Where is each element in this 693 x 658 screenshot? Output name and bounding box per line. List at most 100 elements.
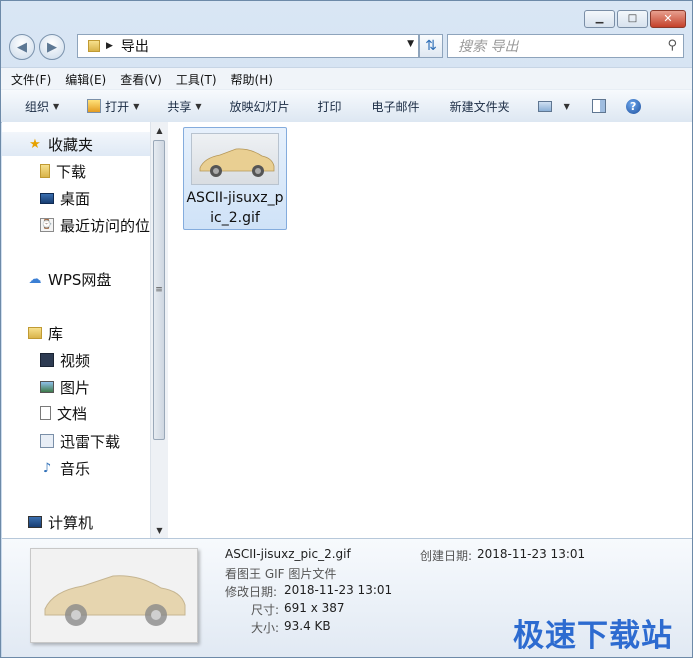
- menu-bar: 文件(F) 编辑(E) 查看(V) 工具(T) 帮助(H): [1, 67, 692, 90]
- details-dimensions-value: 691 x 387: [284, 601, 345, 615]
- preview-pane-button[interactable]: [591, 99, 606, 113]
- chevron-down-icon: ▼: [563, 101, 570, 111]
- details-preview: [30, 548, 198, 643]
- sidebar-item-videos[interactable]: 视频: [40, 348, 90, 372]
- star-icon: ★: [29, 136, 41, 152]
- maximize-button[interactable]: □: [617, 10, 648, 28]
- minimize-icon: ▁: [595, 13, 604, 24]
- breadcrumb-arrow-icon[interactable]: ▶: [106, 41, 113, 51]
- search-input[interactable]: [456, 36, 660, 58]
- sidebar-label: 桌面: [60, 189, 91, 208]
- sidebar-item-computer[interactable]: 计算机: [28, 510, 93, 534]
- new-folder-label: 新建文件夹: [449, 99, 510, 114]
- back-button[interactable]: ◀: [9, 34, 35, 60]
- navigation-scrollbar[interactable]: ▲ ≡ ▼: [150, 122, 168, 538]
- sidebar-label: 文档: [57, 404, 88, 423]
- change-view-button[interactable]: ▼: [537, 100, 570, 112]
- desktop-icon: [40, 192, 54, 204]
- details-created-label: 创建日期:: [420, 549, 473, 563]
- search-box[interactable]: ⚲: [447, 34, 684, 58]
- computer-icon: [28, 516, 42, 528]
- car-preview-image: [31, 549, 197, 642]
- search-icon[interactable]: ⚲: [667, 38, 677, 53]
- sidebar-item-music[interactable]: ♪ 音乐: [40, 456, 90, 480]
- open-app-icon: [87, 99, 102, 113]
- scroll-down-icon[interactable]: ▼: [151, 522, 168, 538]
- sidebar-label: 迅雷下载: [60, 432, 121, 451]
- sidebar-label: 音乐: [60, 459, 91, 478]
- menu-edit[interactable]: 编辑(E): [65, 71, 106, 88]
- folder-icon: [40, 164, 50, 178]
- print-label: 打印: [317, 99, 342, 114]
- details-dimensions-label: 尺寸:: [251, 603, 280, 617]
- sidebar-label: 库: [48, 324, 64, 343]
- print-button[interactable]: 打印: [318, 98, 342, 115]
- navigation-row: ◀ ▶ ▶ 导出 ▼ ⇅ ⚲: [9, 32, 684, 62]
- breadcrumb-current[interactable]: 导出: [121, 36, 149, 56]
- details-created-value: 2018-11-23 13:01: [477, 547, 586, 561]
- help-icon: ?: [625, 98, 641, 114]
- forward-button[interactable]: ▶: [39, 34, 65, 60]
- new-folder-button[interactable]: 新建文件夹: [450, 98, 510, 115]
- details-size-label: 大小:: [251, 621, 280, 635]
- sidebar-item-favorites[interactable]: ★ 收藏夹: [28, 132, 93, 156]
- details-size-value: 93.4 KB: [284, 619, 331, 633]
- menu-view[interactable]: 查看(V): [120, 71, 162, 88]
- sidebar-label: 计算机: [48, 513, 94, 532]
- open-label: 打开: [105, 99, 130, 114]
- sidebar-item-desktop[interactable]: 桌面: [40, 186, 90, 210]
- sidebar-label: 收藏夹: [48, 135, 94, 154]
- menu-tools[interactable]: 工具(T): [176, 71, 217, 88]
- menu-file[interactable]: 文件(F): [11, 71, 51, 88]
- command-bar: 组织 ▼ 打开 ▼ 共享 ▼ 放映幻灯片 打印 电子邮件 新建文件夹 ▼ ?: [1, 89, 692, 123]
- refresh-button[interactable]: ⇅: [419, 34, 443, 58]
- minimize-button[interactable]: ▁: [584, 10, 615, 28]
- organize-label: 组织: [25, 99, 50, 114]
- open-button[interactable]: 打开 ▼: [87, 98, 139, 115]
- organize-button[interactable]: 组织 ▼: [25, 98, 59, 115]
- close-icon: ✕: [663, 12, 673, 25]
- help-button[interactable]: ?: [625, 98, 641, 114]
- sidebar-item-wps[interactable]: ☁ WPS网盘: [28, 267, 112, 291]
- address-bar[interactable]: ▶ 导出 ▼: [77, 34, 419, 58]
- sidebar-item-thunder[interactable]: 迅雷下载: [40, 429, 120, 453]
- file-item[interactable]: ASCII-jisuxz_pic_2.gif: [183, 127, 287, 230]
- share-button[interactable]: 共享 ▼: [167, 98, 201, 115]
- chevron-down-icon: ▼: [195, 101, 202, 111]
- sidebar-label: 图片: [60, 378, 91, 397]
- file-list: ASCII-jisuxz_pic_2.gif: [168, 122, 692, 538]
- scrollbar-thumb[interactable]: ≡: [153, 140, 165, 440]
- library-icon: [28, 327, 42, 339]
- sidebar-label: 下载: [56, 162, 87, 181]
- address-dropdown-icon[interactable]: ▼: [407, 39, 414, 49]
- sidebar-item-pictures[interactable]: 图片: [40, 375, 90, 399]
- details-modified-value: 2018-11-23 13:01: [284, 583, 393, 597]
- car-thumbnail-image: [199, 148, 275, 177]
- details-modified-label: 修改日期:: [225, 585, 278, 599]
- thunder-download-icon: [40, 434, 54, 448]
- pictures-icon: [40, 381, 54, 393]
- refresh-icon: ⇅: [425, 38, 437, 54]
- document-icon: [40, 406, 51, 420]
- email-button[interactable]: 电子邮件: [372, 98, 420, 115]
- close-button[interactable]: ✕: [650, 10, 686, 28]
- explorer-window: ▁ □ ✕ ◀ ▶ ▶ 导出 ▼ ⇅ ⚲ 文件(F) 编辑(E) 查看(V) 工…: [0, 0, 693, 658]
- back-arrow-icon: ◀: [17, 39, 27, 55]
- sidebar-label: WPS网盘: [48, 270, 112, 289]
- sidebar-label: 视频: [60, 351, 91, 370]
- sidebar-item-libraries[interactable]: 库: [28, 321, 63, 345]
- watermark-logo-text: 极速下载站: [513, 618, 673, 654]
- details-file-type: 看图王 GIF 图片文件: [225, 567, 337, 581]
- navigation-pane: ★ 收藏夹 下载 桌面 ⌚ 最近访问的位置 ☁ WPS网盘 库 视频 图片 文档 迅雷…: [2, 122, 150, 538]
- email-label: 电子邮件: [371, 99, 420, 114]
- forward-arrow-icon: ▶: [47, 39, 57, 55]
- menu-help[interactable]: 帮助(H): [231, 71, 273, 88]
- maximize-icon: □: [627, 13, 638, 24]
- scroll-up-icon[interactable]: ▲: [151, 122, 168, 138]
- sidebar-item-documents[interactable]: 文档: [40, 401, 87, 425]
- slideshow-label: 放映幻灯片: [229, 99, 290, 114]
- preview-pane-icon: [591, 99, 606, 113]
- sidebar-item-recent[interactable]: ⌚ 最近访问的位置: [40, 213, 150, 237]
- slideshow-button[interactable]: 放映幻灯片: [230, 98, 290, 115]
- sidebar-item-downloads[interactable]: 下载: [40, 159, 86, 183]
